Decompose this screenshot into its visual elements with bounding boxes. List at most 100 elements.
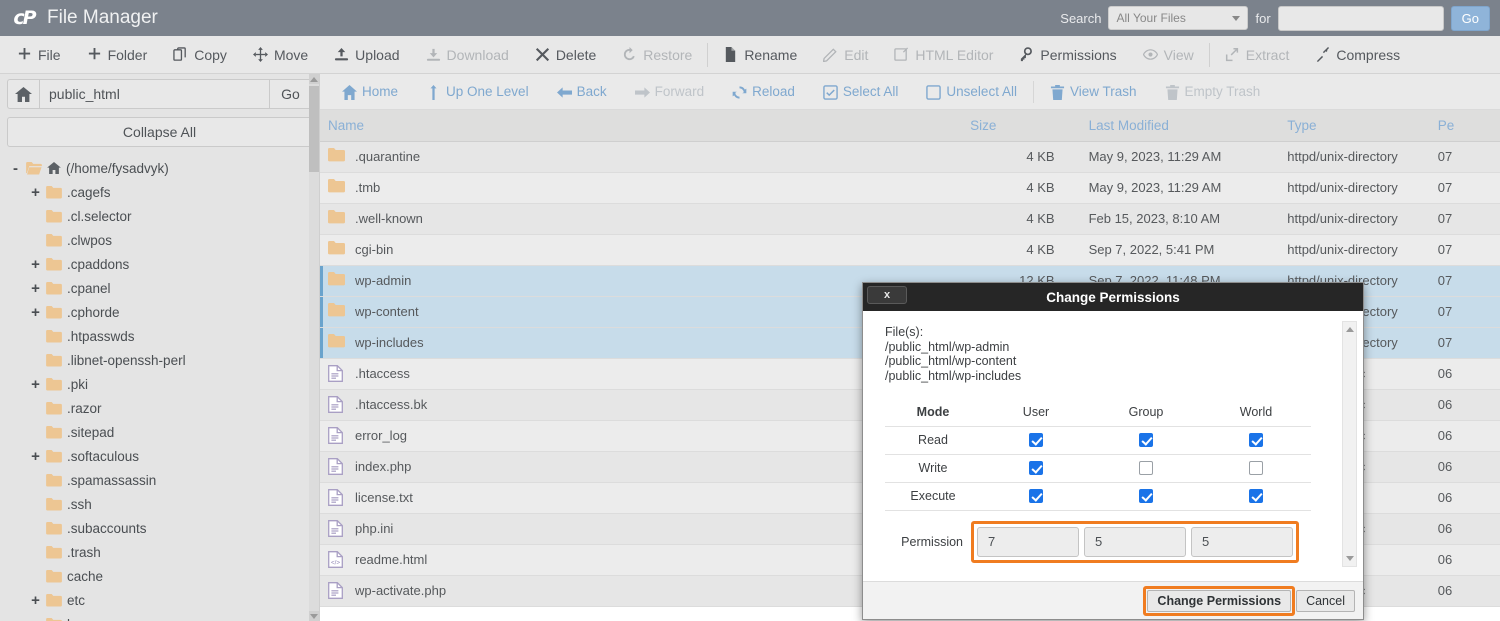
table-row[interactable]: cgi-bin 4 KB Sep 7, 2022, 5:41 PM httpd/uni… [320,234,1500,266]
expand-toggle-icon[interactable]: + [30,185,41,200]
nav-select-all-button[interactable]: Select All [809,74,913,110]
collapse-toggle-icon[interactable]: - [10,161,21,176]
cell-name[interactable]: .well-known [320,203,963,235]
tree-item-trash[interactable]: +.trash [10,540,319,564]
search-go-button[interactable]: Go [1450,5,1490,31]
checkbox-write-world[interactable] [1249,461,1263,476]
nav-view-trash-button[interactable]: View Trash [1036,74,1151,110]
plus-icon [17,47,32,62]
column-header-size[interactable]: Size [962,110,1081,142]
close-icon[interactable]: x [867,286,907,304]
collapse-all-button[interactable]: Collapse All [7,117,312,147]
move-icon [252,47,268,62]
toolbar-file-button[interactable]: File [4,36,74,73]
checkbox-execute-user[interactable] [1029,489,1043,504]
checkbox-read-group[interactable] [1139,433,1153,448]
file-icon [328,427,344,444]
path-go-button[interactable]: Go [270,79,312,109]
search-scope-select[interactable]: All Your Files [1108,6,1249,30]
cell-name[interactable]: cgi-bin [320,234,963,266]
sidebar-scrollbar[interactable] [309,74,319,621]
tree-item-clwpos[interactable]: +.clwpos [10,228,319,252]
cell-name[interactable]: .quarantine [320,141,963,173]
toolbar-upload-button[interactable]: Upload [321,36,412,73]
toolbar-move-button[interactable]: Move [240,36,321,73]
permission-group-input[interactable]: 5 [1084,526,1186,557]
column-header-permissions[interactable]: Pe [1429,110,1500,142]
column-header-type[interactable]: Type [1279,110,1430,142]
checkbox-read-world[interactable] [1249,433,1263,448]
permission-world-input[interactable]: 5 [1191,526,1293,557]
toolbar-permissions-button[interactable]: Permissions [1006,36,1129,73]
permission-user-input[interactable]: 7 [977,526,1079,557]
change-permissions-button[interactable]: Change Permissions [1147,589,1292,612]
table-row[interactable]: .quarantine 4 KB May 9, 2023, 11:29 AM http… [320,141,1500,173]
permission-cell [1201,482,1311,511]
column-header-name[interactable]: Name [320,110,963,142]
scroll-up-icon[interactable] [309,74,319,84]
directory-sidebar: public_html Go Collapse All - (/home/fysa… [0,74,320,621]
tree-item-homefysadvyk[interactable]: - (/home/fysadvyk) [10,156,319,180]
toolbar-delete-button[interactable]: Delete [522,36,609,73]
file-name-label: php.ini [355,521,394,536]
column-header-last-modified[interactable]: Last Modified [1080,110,1280,142]
tree-item-cpaddons[interactable]: + .cpaddons [10,252,319,276]
checkbox-read-user[interactable] [1029,433,1043,448]
toolbar-copy-button[interactable]: Copy [160,36,240,73]
search-input[interactable] [1277,5,1444,31]
expand-toggle-icon[interactable]: + [30,377,41,392]
permission-mode-label: Read [885,426,981,455]
tree-item-pki[interactable]: + .pki [10,372,319,396]
tree-item-cache[interactable]: +cache [10,564,319,588]
nav-unselect-all-button[interactable]: Unselect All [912,74,1031,110]
expand-toggle-icon[interactable]: + [30,305,41,320]
cancel-button[interactable]: Cancel [1296,589,1355,612]
tree-item-logs[interactable]: +logs [10,612,319,621]
tree-item-label: .htpasswds [67,328,135,344]
tree-item-spamassassin[interactable]: +.spamassassin [10,468,319,492]
path-input[interactable]: public_html [39,79,270,109]
folder-icon [46,521,62,535]
files-heading: File(s): [885,325,924,339]
tree-item-htpasswds[interactable]: +.htpasswds [10,324,319,348]
tree-item-razor[interactable]: +.razor [10,396,319,420]
nav-home-button[interactable]: Home [328,74,412,110]
table-row[interactable]: .tmb 4 KB May 9, 2023, 11:29 AM httpd/unix-… [320,172,1500,204]
checkbox-write-group[interactable] [1139,461,1153,476]
toolbar-folder-button[interactable]: Folder [74,36,161,73]
tree-item-label: .subaccounts [67,520,147,536]
tree-item-cagefs[interactable]: + .cagefs [10,180,319,204]
tree-item-subaccounts[interactable]: +.subaccounts [10,516,319,540]
expand-toggle-icon[interactable]: + [30,593,41,608]
cell-permissions: 07 [1429,265,1500,297]
tree-item-etc[interactable]: + etc [10,588,319,612]
expand-toggle-icon[interactable]: + [30,257,41,272]
scroll-down-icon[interactable] [1343,552,1356,565]
dialog-scrollbar[interactable] [1342,321,1357,567]
tree-item-cphorde[interactable]: + .cphorde [10,300,319,324]
nav-up-one-level-button[interactable]: Up One Level [412,74,543,110]
scroll-up-icon[interactable] [1343,323,1356,336]
path-home-icon[interactable] [7,79,39,109]
tree-item-clselector[interactable]: +.cl.selector [10,204,319,228]
cell-name[interactable]: .tmb [320,172,963,204]
nav-reload-button[interactable]: Reload [718,74,809,110]
dialog-titlebar: x Change Permissions [863,283,1363,311]
checkbox-write-user[interactable] [1029,461,1043,476]
toolbar-compress-button[interactable]: Compress [1302,36,1413,73]
checkbox-execute-world[interactable] [1249,489,1263,504]
tree-item-softaculous[interactable]: + .softaculous [10,444,319,468]
sidebar-scrollbar-thumb[interactable] [309,86,319,172]
checkbox-execute-group[interactable] [1139,489,1153,504]
scroll-down-icon[interactable] [309,611,319,621]
expand-toggle-icon[interactable]: + [30,449,41,464]
nav-back-button[interactable]: Back [543,74,621,110]
folder-icon [46,617,62,621]
tree-item-ssh[interactable]: +.ssh [10,492,319,516]
tree-item-sitepad[interactable]: +.sitepad [10,420,319,444]
tree-item-cpanel[interactable]: + .cpanel [10,276,319,300]
toolbar-rename-button[interactable]: Rename [710,36,810,73]
table-row[interactable]: .well-known 4 KB Feb 15, 2023, 8:10 AM http… [320,203,1500,235]
tree-item-libnetopensshperl[interactable]: +.libnet-openssh-perl [10,348,319,372]
expand-toggle-icon[interactable]: + [30,281,41,296]
